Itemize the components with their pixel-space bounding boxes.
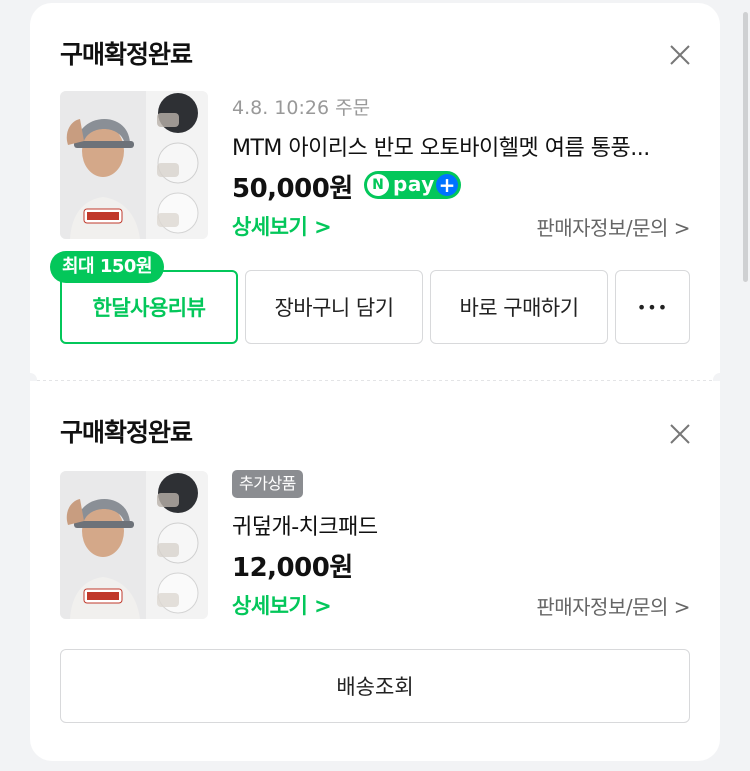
order-status: 구매확정완료 [60, 40, 193, 69]
order-card-2: 구매확정완료 추가상품 귀덮개-치크패드 12,000원 상세보기 > 판매자정… [30, 381, 720, 761]
product-thumbnail[interactable] [60, 471, 208, 619]
detail-link[interactable]: 상세보기 > [232, 590, 332, 620]
seller-info-link[interactable]: 판매자정보/문의 > [536, 212, 690, 241]
add-to-cart-button[interactable]: 장바구니 담기 [245, 270, 423, 344]
seller-info-link[interactable]: 판매자정보/문의 > [536, 591, 690, 620]
close-icon[interactable] [668, 422, 692, 446]
product-name[interactable]: MTM 아이리스 반모 오토바이헬멧 여름 통풍... [232, 130, 650, 162]
scrollbar[interactable] [743, 12, 748, 282]
review-reward-badge: 최대 150원 [50, 251, 165, 283]
track-delivery-button[interactable]: 배송조회 [60, 649, 690, 723]
product-price: 50,000원 [232, 174, 353, 204]
plus-icon: + [436, 174, 458, 196]
detail-link[interactable]: 상세보기 > [232, 211, 332, 241]
npay-label: pay [393, 172, 435, 196]
product-thumbnail[interactable] [60, 91, 208, 239]
buy-now-button[interactable]: 바로 구매하기 [430, 270, 608, 344]
npay-n-icon: N [367, 174, 389, 196]
order-status: 구매확정완료 [60, 418, 193, 447]
add-on-product-tag: 추가상품 [232, 470, 303, 498]
order-time: 4.8. 10:26 주문 [232, 97, 371, 119]
order-card-1: 구매확정완료 4.8. 10:26 주문 MTM 아이리스 반모 오토바이헬멧 … [30, 3, 720, 381]
product-name[interactable]: 귀덮개-치크패드 [232, 509, 378, 541]
more-options-button[interactable]: ••• [615, 270, 690, 344]
product-price: 12,000원 [232, 553, 353, 583]
close-icon[interactable] [668, 43, 692, 67]
npay-plus-badge: N pay + [364, 171, 461, 199]
